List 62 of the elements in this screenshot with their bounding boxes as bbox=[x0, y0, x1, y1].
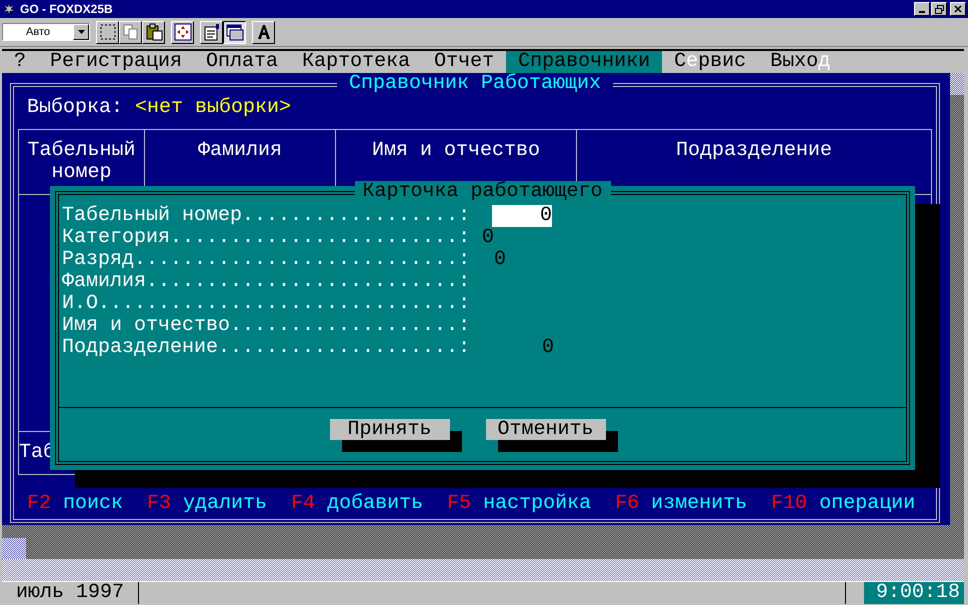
field-label: Фамилия..........................: bbox=[62, 271, 472, 293]
function-key[interactable]: F6 bbox=[615, 493, 640, 515]
dialog-button[interactable]: Принять bbox=[330, 419, 450, 440]
field-label: И.О..............................: bbox=[62, 293, 472, 315]
select-icon bbox=[98, 23, 116, 41]
app-icon bbox=[2, 2, 16, 16]
window-title: GO - FOXDX25B bbox=[20, 2, 114, 16]
field-label: Имя и отчество...................: bbox=[62, 315, 472, 337]
restore-button[interactable] bbox=[931, 2, 947, 16]
function-key-action[interactable]: изменить bbox=[651, 493, 748, 515]
menu-item[interactable]: Отчет bbox=[422, 51, 506, 73]
filter-label: Выборка: bbox=[27, 97, 124, 119]
dialog-button[interactable]: Отменить bbox=[486, 419, 606, 440]
function-key-action[interactable]: настройка bbox=[483, 493, 592, 515]
function-key-action[interactable]: добавить bbox=[327, 493, 424, 515]
menu-item[interactable]: Сервис bbox=[662, 51, 758, 73]
field-value: 0 bbox=[494, 249, 506, 271]
font-icon bbox=[256, 24, 272, 40]
function-key-action[interactable]: удалить bbox=[183, 493, 268, 515]
field-value: 0 bbox=[482, 227, 494, 249]
column-header: Подразделение bbox=[676, 139, 832, 162]
menu-item[interactable]: Выход bbox=[758, 51, 842, 73]
function-key-action[interactable]: операции bbox=[819, 493, 916, 515]
column-header: Табельный номер bbox=[27, 139, 136, 184]
menu-item[interactable]: Регистрация bbox=[38, 51, 194, 73]
field-label: Разряд...........................: bbox=[62, 249, 472, 271]
function-key-action[interactable]: поиск bbox=[63, 493, 124, 515]
column-header: Фамилия bbox=[198, 139, 282, 162]
function-key[interactable]: F4 bbox=[291, 493, 316, 515]
field-value: 0 bbox=[542, 337, 554, 359]
column-header: Имя и отчество bbox=[372, 139, 540, 162]
horizontal-scrollbar[interactable] bbox=[2, 525, 964, 559]
move-icon bbox=[174, 23, 192, 41]
window-icon bbox=[226, 23, 244, 41]
copy-icon bbox=[122, 23, 140, 41]
menu-item[interactable]: Справочники bbox=[506, 51, 662, 73]
function-key[interactable]: F5 bbox=[447, 493, 472, 515]
status-period: июль 1997 bbox=[2, 582, 140, 604]
properties-icon bbox=[202, 23, 220, 41]
menu-item[interactable]: Оплата bbox=[194, 51, 290, 73]
function-key[interactable]: F3 bbox=[147, 493, 172, 515]
input-field[interactable]: 0 bbox=[492, 205, 552, 227]
toolbar-button[interactable] bbox=[223, 20, 246, 44]
close-button[interactable] bbox=[950, 2, 966, 16]
filter-value: <нет выборки> bbox=[135, 97, 292, 119]
minimize-button[interactable] bbox=[914, 2, 930, 16]
menu-item[interactable]: Картотека bbox=[290, 51, 422, 73]
paste-icon bbox=[144, 23, 162, 41]
function-key[interactable]: F2 bbox=[27, 493, 52, 515]
menu-item[interactable]: ? bbox=[2, 51, 38, 73]
status-clock: 9:00:18 bbox=[864, 582, 964, 604]
close-icon bbox=[954, 5, 962, 13]
vertical-scrollbar[interactable] bbox=[950, 73, 964, 525]
caret-icon bbox=[78, 30, 84, 34]
field-label: Подразделение....................: bbox=[62, 337, 472, 359]
dialog-title: Карточка работающего bbox=[354, 181, 611, 203]
panel-title: Справочник Работающих bbox=[336, 73, 614, 95]
field-label: Категория........................: bbox=[62, 227, 472, 249]
field-label: Табельный номер..................: bbox=[62, 205, 472, 227]
mode-dropdown[interactable]: Авто bbox=[2, 23, 90, 41]
function-key[interactable]: F10 bbox=[771, 493, 808, 515]
restore-icon bbox=[934, 4, 944, 14]
